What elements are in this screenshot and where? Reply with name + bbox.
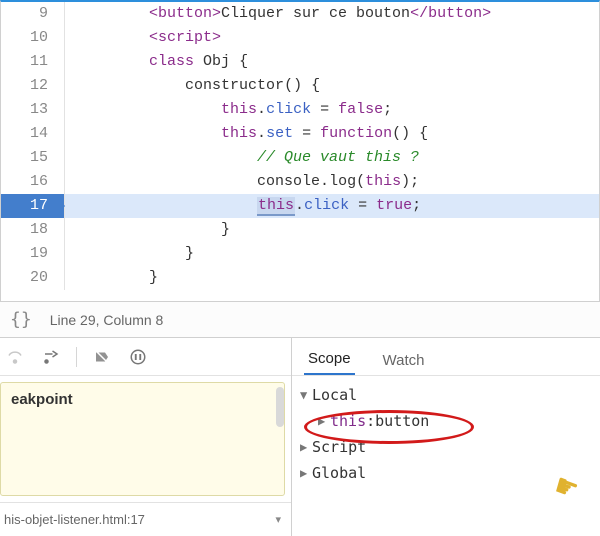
code-content[interactable]: this.set = function() {	[65, 122, 428, 146]
code-line[interactable]: 17 this.click = true;	[1, 194, 599, 218]
code-content[interactable]: <script>	[65, 26, 221, 50]
code-line[interactable]: 10 <script>	[1, 26, 599, 50]
chevron-down-icon[interactable]: ▾	[269, 513, 287, 526]
code-content[interactable]: }	[65, 218, 230, 242]
line-number[interactable]: 12	[1, 74, 65, 98]
paused-message: eakpoint	[0, 382, 285, 496]
callstack-location: his-objet-listener.html:17	[0, 512, 269, 527]
code-line[interactable]: 11 class Obj {	[1, 50, 599, 74]
scope-this[interactable]: ▶ this: button	[300, 408, 592, 434]
scope-tree[interactable]: ▼ Local ▶ this: button ▶ Script ▶ Global…	[292, 376, 600, 492]
code-content[interactable]: constructor() {	[65, 74, 320, 98]
line-number[interactable]: 18	[1, 218, 65, 242]
code-content[interactable]: class Obj {	[65, 50, 248, 74]
expand-icon[interactable]: ▶	[300, 466, 312, 480]
line-number[interactable]: 10	[1, 26, 65, 50]
debugger-right-pane: Scope Watch ▼ Local ▶ this: button ▶ Scr…	[292, 338, 600, 536]
scope-local[interactable]: ▼ Local	[300, 382, 592, 408]
line-number[interactable]: 16	[1, 170, 65, 194]
code-content[interactable]: <button>Cliquer sur ce bouton</button>	[65, 2, 491, 26]
debugger-left-pane: eakpoint his-objet-listener.html:17 ▾	[0, 338, 292, 536]
tab-scope[interactable]: Scope	[304, 342, 355, 375]
scope-script[interactable]: ▶ Script	[300, 434, 592, 460]
code-line[interactable]: 15 // Que vaut this ?	[1, 146, 599, 170]
debugger-toolbar	[0, 338, 291, 376]
code-content[interactable]: this.click = true;	[65, 194, 421, 218]
line-number[interactable]: 14	[1, 122, 65, 146]
code-line[interactable]: 18 }	[1, 218, 599, 242]
line-number[interactable]: 13	[1, 98, 65, 122]
cursor-position: Line 29, Column 8	[50, 312, 164, 328]
code-content[interactable]: }	[65, 266, 158, 290]
expand-icon[interactable]: ▶	[318, 414, 330, 428]
code-line[interactable]: 14 this.set = function() {	[1, 122, 599, 146]
callstack-row[interactable]: his-objet-listener.html:17 ▾	[0, 502, 291, 536]
expand-icon[interactable]: ▶	[300, 440, 312, 454]
editor-statusbar: {} Line 29, Column 8	[0, 302, 600, 338]
pretty-print-icon[interactable]: {}	[10, 309, 32, 330]
line-number[interactable]: 11	[1, 50, 65, 74]
line-number[interactable]: 19	[1, 242, 65, 266]
code-line[interactable]: 13 this.click = false;	[1, 98, 599, 122]
code-content[interactable]: // Que vaut this ?	[65, 146, 419, 170]
code-content[interactable]: console.log(this);	[65, 170, 419, 194]
scope-watch-tabs: Scope Watch	[292, 338, 600, 376]
toolbar-separator	[76, 347, 77, 367]
pause-on-exceptions-icon[interactable]	[127, 346, 149, 368]
code-line[interactable]: 20 }	[1, 266, 599, 290]
code-line[interactable]: 19 }	[1, 242, 599, 266]
step-over-icon[interactable]	[4, 346, 26, 368]
expand-icon[interactable]: ▼	[300, 388, 312, 402]
tab-watch[interactable]: Watch	[379, 344, 429, 375]
code-line[interactable]: 12 constructor() {	[1, 74, 599, 98]
deactivate-breakpoints-icon[interactable]	[91, 346, 113, 368]
code-line[interactable]: 9 <button>Cliquer sur ce bouton</button>	[1, 2, 599, 26]
source-editor[interactable]: 9 <button>Cliquer sur ce bouton</button>…	[0, 0, 600, 302]
line-number[interactable]: 9	[1, 2, 65, 26]
code-content[interactable]: this.click = false;	[65, 98, 392, 122]
paused-message-text: eakpoint	[11, 391, 73, 408]
code-line[interactable]: 16 console.log(this);	[1, 170, 599, 194]
step-into-icon[interactable]	[40, 346, 62, 368]
debugger-panel: eakpoint his-objet-listener.html:17 ▾ Sc…	[0, 338, 600, 536]
line-number[interactable]: 15	[1, 146, 65, 170]
line-number[interactable]: 20	[1, 266, 65, 290]
line-number[interactable]: 17	[1, 194, 65, 218]
scope-global[interactable]: ▶ Global	[300, 460, 592, 486]
code-content[interactable]: }	[65, 242, 194, 266]
